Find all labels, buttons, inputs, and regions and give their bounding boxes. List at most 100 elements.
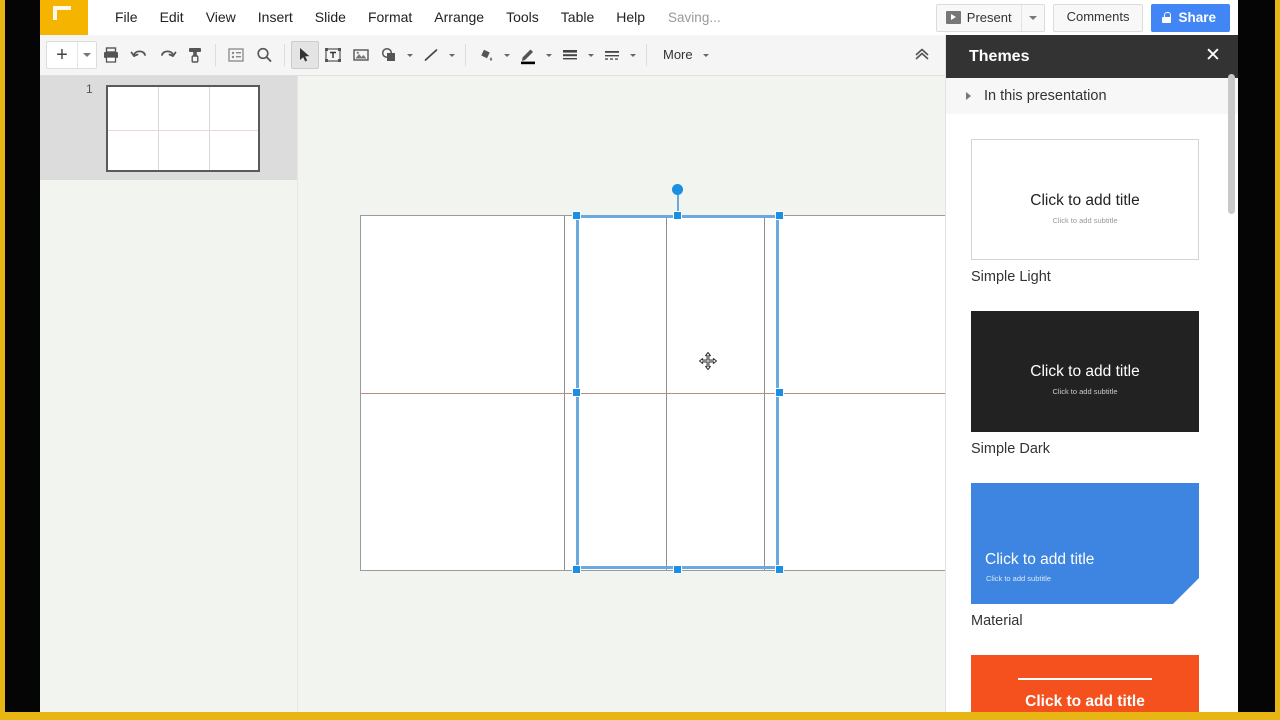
line-weight-button[interactable] <box>556 41 584 69</box>
table-selection-box[interactable] <box>576 215 779 569</box>
line-dash-button[interactable] <box>598 41 626 69</box>
letterbox-left <box>5 0 40 712</box>
present-control: Present <box>935 3 1045 32</box>
menu-table[interactable]: Table <box>550 0 605 35</box>
toolbar-group-more: More <box>647 35 719 75</box>
fill-color-dropdown-button[interactable] <box>500 41 514 69</box>
theme-title-placeholder: Click to add title <box>1030 192 1140 209</box>
toolbar-group-view <box>216 35 284 75</box>
themes-list: Click to add title Click to add subtitle… <box>946 114 1238 712</box>
theme-subtitle-placeholder: Click to add subtitle <box>1052 216 1118 225</box>
filmstrip-empty-area <box>40 180 297 712</box>
slide-canvas-area[interactable] <box>298 76 970 712</box>
line-dash-dropdown-button[interactable] <box>626 41 640 69</box>
frame-right-accent <box>1275 0 1280 720</box>
resize-handle-top-left <box>572 211 581 220</box>
theme-divider-rule <box>1018 678 1152 680</box>
slide-thumbnail-1[interactable] <box>106 85 260 172</box>
menu-edit[interactable]: Edit <box>149 0 195 35</box>
more-dropdown-button[interactable] <box>699 41 713 69</box>
themes-panel: Themes ✕ In this presentation Click to a… <box>945 35 1238 712</box>
theme-option-material[interactable]: Click to add title Click to add subtitle… <box>971 483 1199 629</box>
slide-number: 1 <box>86 82 93 96</box>
theme-preview: Click to add title Click to add subtitle <box>971 139 1199 260</box>
menu-format[interactable]: Format <box>357 0 423 35</box>
menu-view[interactable]: View <box>195 0 247 35</box>
present-dropdown-button[interactable] <box>1020 4 1044 31</box>
menu-bar: File Edit View Insert Slide Format Arran… <box>40 0 1238 35</box>
close-icon[interactable]: ✕ <box>1203 46 1223 66</box>
comments-button[interactable]: Comments <box>1052 3 1144 32</box>
themes-panel-scrollbar[interactable] <box>1228 74 1235 214</box>
menu-file[interactable]: File <box>104 0 149 35</box>
chevron-down-icon <box>630 53 636 57</box>
chevron-down-icon <box>702 53 709 57</box>
theme-name: Simple Dark <box>971 441 1050 457</box>
menu-items: File Edit View Insert Slide Format Arran… <box>104 0 721 35</box>
play-icon <box>945 11 961 24</box>
menu-slide[interactable]: Slide <box>304 0 357 35</box>
new-slide-dropdown-button[interactable] <box>77 42 96 68</box>
redo-button[interactable] <box>153 41 181 69</box>
text-box-button[interactable] <box>319 41 347 69</box>
line-dropdown-button[interactable] <box>445 41 459 69</box>
share-button[interactable]: Share <box>1151 3 1230 32</box>
theme-preview: Click to add title Click to add subtitle <box>971 311 1199 432</box>
toolbar-group-format <box>466 35 646 75</box>
line-color-button[interactable] <box>514 41 542 69</box>
letterbox-right <box>1238 0 1275 712</box>
zoom-button[interactable] <box>250 41 278 69</box>
menu-help[interactable]: Help <box>605 0 656 35</box>
themes-section-label: In this presentation <box>984 88 1107 104</box>
shape-button[interactable] <box>375 41 403 69</box>
new-slide-button[interactable]: + <box>47 42 77 68</box>
themes-panel-title: Themes <box>969 47 1030 65</box>
menu-tools[interactable]: Tools <box>495 0 550 35</box>
chevron-down-icon <box>449 53 455 57</box>
line-color-dropdown-button[interactable] <box>542 41 556 69</box>
move-cursor-icon <box>698 351 718 371</box>
fill-color-button[interactable] <box>472 41 500 69</box>
theme-option-simple-light[interactable]: Click to add title Click to add subtitle… <box>971 139 1199 285</box>
resize-handle-bottom-center <box>673 565 682 574</box>
themes-panel-header: Themes ✕ <box>946 35 1238 78</box>
chevron-down-icon <box>83 53 91 57</box>
paint-format-button[interactable] <box>181 41 209 69</box>
line-button[interactable] <box>417 41 445 69</box>
lock-icon <box>1162 12 1172 23</box>
line-weight-dropdown-button[interactable] <box>584 41 598 69</box>
chevron-down-icon <box>546 53 552 57</box>
screen: File Edit View Insert Slide Format Arran… <box>0 0 1280 720</box>
themes-section-header[interactable]: In this presentation <box>946 78 1238 114</box>
chevron-right-icon <box>966 92 971 100</box>
insert-image-button[interactable] <box>347 41 375 69</box>
google-slides-logo[interactable] <box>40 0 88 35</box>
layout-button[interactable] <box>222 41 250 69</box>
more-button[interactable]: More <box>653 41 699 69</box>
present-button[interactable]: Present <box>937 5 1021 31</box>
toolbar: + More <box>40 35 945 76</box>
shape-dropdown-button[interactable] <box>403 41 417 69</box>
theme-option-orange[interactable]: Click to add title <box>971 655 1199 712</box>
resize-handle-bottom-right <box>775 565 784 574</box>
chevron-down-icon <box>588 53 594 57</box>
collapse-toolbar-button[interactable] <box>913 46 931 65</box>
resize-handle-middle-left <box>572 388 581 397</box>
select-tool-button[interactable] <box>291 41 319 69</box>
theme-name: Material <box>971 613 1023 629</box>
chevron-down-icon <box>504 53 510 57</box>
share-label: Share <box>1178 10 1216 25</box>
rotate-handle[interactable] <box>672 184 683 195</box>
present-label: Present <box>966 10 1012 25</box>
theme-preview: Click to add title <box>971 655 1199 712</box>
theme-title-placeholder: Click to add title <box>985 551 1095 568</box>
undo-button[interactable] <box>125 41 153 69</box>
menu-insert[interactable]: Insert <box>247 0 304 35</box>
menubar-actions: Present Comments Share <box>935 0 1230 35</box>
resize-handle-top-center <box>673 211 682 220</box>
toolbar-group-slide: + <box>40 35 215 75</box>
print-button[interactable] <box>97 41 125 69</box>
menu-arrange[interactable]: Arrange <box>423 0 495 35</box>
resize-handle-bottom-left <box>572 565 581 574</box>
theme-option-simple-dark[interactable]: Click to add title Click to add subtitle… <box>971 311 1199 457</box>
